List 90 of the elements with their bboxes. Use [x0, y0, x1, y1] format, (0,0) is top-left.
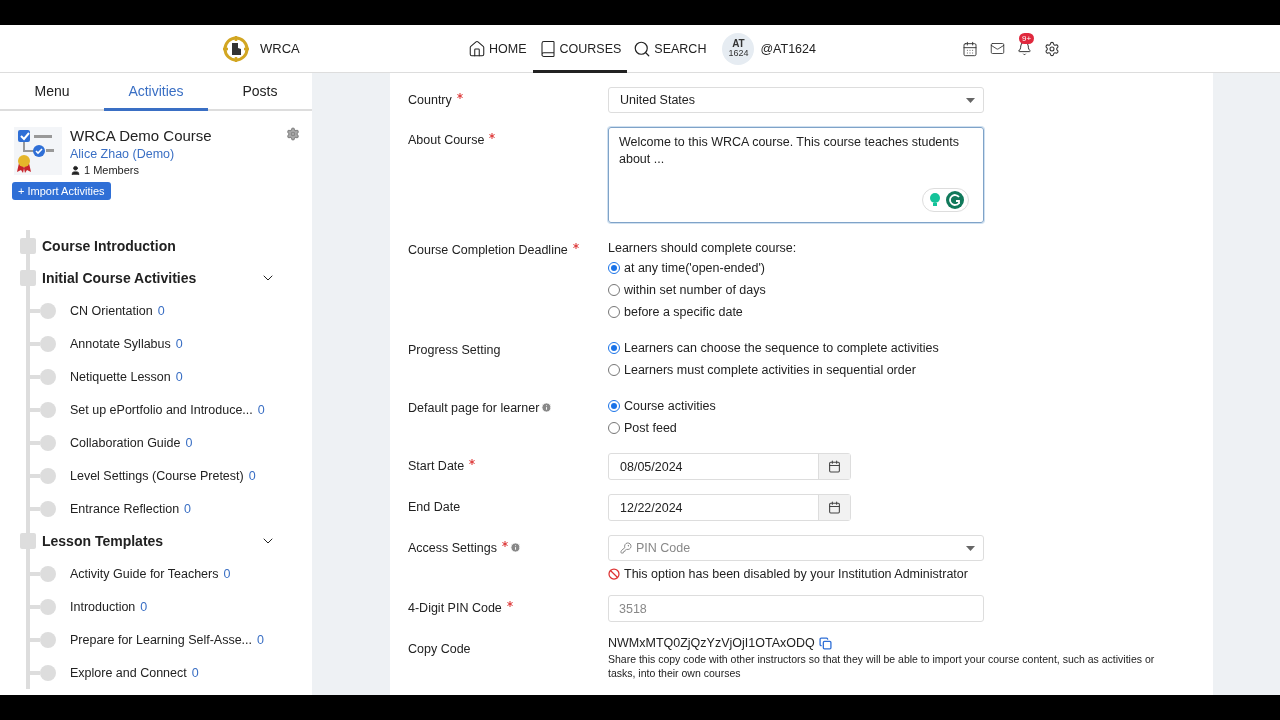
activity-count: 0	[257, 632, 264, 647]
import-button[interactable]: + Import Activities	[12, 182, 111, 200]
key-icon	[620, 542, 632, 554]
lightbulb-icon	[927, 191, 943, 207]
course-title: WRCA Demo Course	[70, 127, 212, 144]
search-icon	[633, 39, 652, 58]
radio-icon[interactable]	[608, 364, 620, 376]
notification-badge: 9+	[1019, 33, 1035, 44]
activity-count: 0	[175, 369, 183, 384]
checklist-medal-icon	[14, 127, 62, 175]
activity-count: 0	[184, 501, 192, 516]
radio-icon[interactable]	[608, 306, 620, 318]
field-label: Country	[408, 93, 452, 107]
notice-text: This option has been disabled by your Institution Administrator	[624, 567, 968, 581]
radio-option[interactable]: Learners can choose the sequence to complete activities	[608, 337, 939, 359]
owner-link[interactable]: Alice Zhao (Demo)	[70, 147, 300, 161]
activity-count: 0	[248, 468, 256, 483]
activity-link[interactable]: Set up ePortfolio and Introduce...	[70, 402, 253, 417]
bell-icon[interactable]	[1017, 41, 1032, 56]
mail-icon[interactable]	[990, 41, 1005, 56]
activity-link[interactable]: Entrance Reflection	[70, 501, 180, 516]
activity-count: 0	[257, 402, 265, 417]
radio-icon[interactable]	[608, 262, 620, 274]
text-area[interactable]: Welcome to this WRCA course. This course teaches students about ...	[608, 127, 984, 223]
field-label: Default page for learner	[408, 401, 540, 415]
activity-link[interactable]: Annotate Syllabus	[70, 336, 171, 351]
caret-icon	[966, 97, 975, 103]
radio-icon[interactable]	[608, 422, 620, 434]
settings-icon[interactable]	[1044, 40, 1060, 57]
brand-name: WRCA	[260, 41, 300, 56]
field-label: Copy Code	[408, 642, 471, 656]
circle-g-icon	[946, 191, 964, 209]
activity-count: 0	[185, 435, 193, 450]
help-text: Share this copy code with other instructors so that they will be able to import your course content, such as activities or tasks, into their own courses	[608, 652, 1156, 680]
radio-option[interactable]: within set number of days	[608, 279, 797, 301]
user-icon	[70, 164, 81, 176]
radio-option[interactable]: Post feed	[608, 417, 716, 439]
members-count: 1 Members	[84, 164, 140, 176]
radio-icon[interactable]	[608, 400, 620, 412]
field-label: About Course	[408, 133, 485, 147]
field-label: Access Settings	[408, 541, 497, 555]
blocked-icon	[608, 568, 620, 580]
book-icon	[538, 39, 557, 58]
field-label: Progress Setting	[408, 343, 501, 357]
activity-link[interactable]: Netiquette Lesson	[70, 369, 171, 384]
sidebar-tab[interactable]: Menu	[0, 73, 104, 111]
section-title[interactable]: Course Introduction	[42, 238, 276, 254]
radio-option[interactable]: at any time('open-ended')	[608, 257, 797, 279]
activity-count: 0	[140, 599, 148, 614]
nav-link[interactable]: HOME	[462, 25, 533, 73]
activity-link[interactable]: CN Orientation	[70, 303, 153, 318]
sidebar-tab[interactable]: Posts	[208, 73, 312, 111]
nav-link[interactable]: SEARCH	[627, 25, 713, 73]
copy-code-text: NWMxMTQ0ZjQzYzVjOjI1OTAxODQ	[608, 636, 815, 650]
caret-icon	[966, 545, 975, 551]
activity-link[interactable]: Level Settings (Course Pretest)	[70, 468, 244, 483]
radio-option[interactable]: Course activities	[608, 395, 716, 417]
date-field[interactable]: 12/22/2024	[608, 494, 851, 521]
calendar-icon[interactable]	[828, 460, 841, 473]
activity-count: 0	[223, 566, 231, 581]
field-label: Course Completion Deadline	[408, 243, 568, 257]
field-label: End Date	[408, 500, 461, 514]
activity-link[interactable]: Explore and Connect	[70, 665, 187, 680]
radio-icon[interactable]	[608, 284, 620, 296]
user-avatar[interactable]: AT 1624	[722, 32, 755, 65]
activity-count: 0	[157, 303, 165, 318]
activity-link[interactable]: Prepare for Learning Self-Asse...	[70, 632, 253, 647]
radio-icon[interactable]	[608, 342, 620, 354]
user-handle[interactable]: @AT1624	[760, 41, 816, 56]
activity-link[interactable]: Introduction	[70, 599, 136, 614]
section-title[interactable]: Initial Course Activities	[42, 270, 260, 286]
date-field[interactable]: 08/05/2024	[608, 453, 851, 480]
calendar-icon[interactable]	[962, 40, 978, 57]
field-label: Start Date	[408, 459, 465, 473]
field-label: 4-Digit PIN Code	[408, 601, 502, 615]
select-field[interactable]: United States	[608, 87, 984, 113]
section-title[interactable]: Lesson Templates	[42, 533, 260, 549]
radio-option[interactable]: Learners must complete activities in sequential order	[608, 359, 939, 381]
activity-count: 0	[175, 336, 183, 351]
activity-link[interactable]: Activity Guide for Teachers	[70, 566, 219, 581]
sidebar-tab[interactable]: Activities	[104, 73, 208, 111]
home-icon	[468, 39, 486, 58]
activity-count: 0	[191, 665, 199, 680]
calendar-icon[interactable]	[828, 501, 841, 514]
number-field[interactable]: 3518	[608, 595, 984, 622]
activity-link[interactable]: Collaboration Guide	[70, 435, 181, 450]
radio-option[interactable]: before a specific date	[608, 301, 797, 323]
radio-prompt: Learners should complete course:	[608, 240, 797, 255]
copy-icon[interactable]	[818, 636, 832, 650]
logo-icon	[222, 34, 250, 63]
